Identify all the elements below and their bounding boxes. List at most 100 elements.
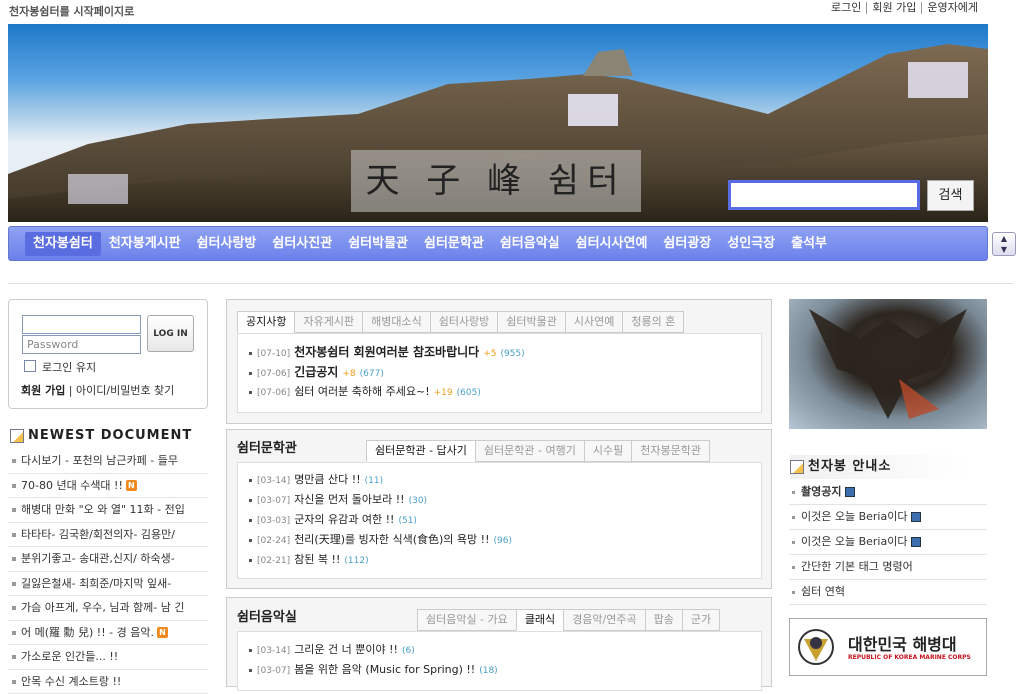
nav-item-7[interactable]: 쉼터시사연예 [568,232,656,256]
tab-notice_panel-1[interactable]: 자유게시판 [294,311,363,333]
tab-notice_panel-5[interactable]: 시사연예 [565,311,623,333]
bullet-icon [249,649,252,652]
bullet-icon [249,499,252,502]
guide-item-title[interactable]: 쉼터 연혁 [801,585,845,598]
newest-item[interactable]: 분위기좋고- 송대관,신지/ 하숙생- [8,547,208,572]
post-title[interactable]: 참된 복 !! [294,553,340,566]
guide-item[interactable]: 이것은 오늘 Beria이다 [789,505,987,530]
tab-notice_panel-6[interactable]: 청룡의 혼 [622,311,684,333]
post-row[interactable]: [07-06]긴급공지+8(677) [249,362,525,382]
tab-music_panel-1[interactable]: 클래식 [516,609,564,631]
post-date: [02-21] [257,556,290,566]
nav-item-8[interactable]: 쉼터광장 [655,232,719,256]
tab-music_panel-0[interactable]: 쉼터음악실 - 가요 [417,609,517,631]
join-link-box[interactable]: 회원 가입 [21,384,65,397]
nav-item-1[interactable]: 천자봉게시판 [101,232,189,256]
post-row[interactable]: [03-03]군자의 유감과 여한 !!(51) [249,510,512,530]
post-title[interactable]: 그리운 건 너 뿐이야 !! [294,643,398,656]
guide-item[interactable]: 이것은 오늘 Beria이다 [789,530,987,555]
newest-item[interactable]: 어 메(羅 勳 兒) !! - 경 음악.N [8,621,208,646]
post-row[interactable]: [02-24]천리(天理)를 빙자한 식색(食色)의 욕망 !!(96) [249,530,512,550]
tab-music_panel-4[interactable]: 군가 [682,609,720,631]
post-title[interactable]: 천리(天理)를 빙자한 식색(食色)의 욕망 !! [294,533,489,546]
set-homepage-link[interactable]: 천자봉쉼터를 시작페이지로 [9,3,134,19]
newest-item[interactable]: 70-80 년대 수색대 !!N [8,474,208,499]
newest-item-title[interactable]: 해병대 만화 "오 와 열" 11화 - 전입 [21,503,185,516]
nav-item-3[interactable]: 쉼터사진관 [264,232,340,256]
floppy-disk-icon [845,487,855,497]
join-link[interactable]: 회원 가입 [866,2,921,14]
guide-item-title[interactable]: 간단한 기본 태그 명령어 [801,560,913,573]
tab-literature_panel-3[interactable]: 천자봉문학관 [631,440,710,462]
bullet-icon [249,372,252,375]
newest-item-title[interactable]: 어 메(羅 勳 兒) !! - 경 음악. [21,626,154,639]
guide-item[interactable]: 촬영공지 [789,480,987,505]
view-count: (112) [344,556,368,566]
newest-item-title[interactable]: 분위기좋고- 송대관,신지/ 하숙생- [21,552,175,565]
tab-music_panel-3[interactable]: 팝송 [645,609,683,631]
user-id-input[interactable] [22,315,141,334]
newest-item[interactable]: 해병대 만화 "오 와 열" 11화 - 전입 [8,498,208,523]
marine-corps-banner[interactable]: 대한민국 해병대 REPUBLIC OF KOREA MARINE CORPS [789,618,987,676]
newest-item[interactable]: 안목 수신 계소트랑 !! [8,670,208,694]
newest-item-title[interactable]: 70-80 년대 수색대 !! [21,479,123,492]
guide-heading: 천자봉 안내소 [790,455,970,479]
newest-item-title[interactable]: 안목 수신 계소트랑 !! [21,675,121,688]
tab-literature_panel-2[interactable]: 시수필 [584,440,632,462]
post-row[interactable]: [02-21] 참된 복 !! (112) [249,550,512,570]
nav-item-2[interactable]: 쉼터사랑방 [189,232,265,256]
tab-notice_panel-3[interactable]: 쉼터사랑방 [430,311,499,333]
post-row[interactable]: [07-06]쉼터 여러분 축하해 주세요~!+19(605) [249,382,525,402]
floppy-disk-icon [911,512,921,522]
newest-item[interactable]: 다시보기 - 포천의 남근카페 - 들무 [8,449,208,474]
contact-admin-link[interactable]: 운영자에게 [921,2,983,14]
search-button[interactable]: 검색 [927,180,974,211]
post-row[interactable]: [03-14]그리운 건 너 뿐이야 !!(6) [249,640,498,660]
newest-item[interactable]: 길잃은철새- 최희준/마지막 잎새- [8,572,208,597]
post-title[interactable]: 봄을 위한 음악 (Music for Spring) !! [294,663,475,676]
login-button[interactable]: LOG IN [147,315,194,352]
newest-item-title[interactable]: 다시보기 - 포천의 남근카페 - 들무 [21,454,178,467]
nav-item-9[interactable]: 성인극장 [719,232,783,256]
post-title[interactable]: 긴급공지 [294,365,338,379]
post-title[interactable]: 군자의 유감과 여한 !! [294,513,394,526]
nav-item-10[interactable]: 출석부 [783,232,835,256]
guide-item[interactable]: 쉼터 연혁 [789,580,987,605]
newest-item-title[interactable]: 길잃은철새- 최희준/마지막 잎새- [21,577,171,590]
newest-item-title[interactable]: 가소로운 인간들... !! [21,650,118,663]
post-row[interactable]: [03-14]명만큼 산다 !!(11) [249,470,512,490]
post-row[interactable]: [07-10]천자봉쉼터 회원여러분 참조바랍니다+5(955) [249,342,525,362]
newest-item[interactable]: 가소로운 인간들... !! [8,645,208,670]
remember-login-checkbox[interactable] [24,360,36,372]
newest-item-title[interactable]: 타타타- 김국환/회전의자- 김용만/ [21,528,175,541]
nav-item-5[interactable]: 쉼터문학관 [416,232,492,256]
newest-item-title[interactable]: 가슴 아프게, 우수, 님과 함께- 남 긴 [21,601,185,614]
post-date: [03-03] [257,516,290,526]
tab-music_panel-2[interactable]: 경음악/연주곡 [563,609,645,631]
find-account-link[interactable]: 아이디/비밀번호 찾기 [76,384,174,397]
guide-item-title[interactable]: 이것은 오늘 Beria이다 [801,510,907,523]
login-link[interactable]: 로그인 [826,2,866,14]
scroll-arrows-icon[interactable]: ▲▼ [992,232,1016,256]
tab-literature_panel-0[interactable]: 쉼터문학관 - 답사기 [366,440,476,462]
tab-literature_panel-1[interactable]: 쉼터문학관 - 여행기 [475,440,585,462]
search-input[interactable] [728,180,920,210]
nav-item-0[interactable]: 천자봉쉼터 [25,232,101,256]
tab-notice_panel-2[interactable]: 해병대소식 [362,311,431,333]
newest-item[interactable]: 가슴 아프게, 우수, 님과 함께- 남 긴 [8,596,208,621]
nav-item-4[interactable]: 쉼터박물관 [340,232,416,256]
guide-item-title[interactable]: 이것은 오늘 Beria이다 [801,535,907,548]
guide-item-title[interactable]: 촬영공지 [801,485,841,498]
nav-item-6[interactable]: 쉼터음악실 [492,232,568,256]
tab-notice_panel-0[interactable]: 공지사항 [237,311,295,333]
guide-item[interactable]: 간단한 기본 태그 명령어 [789,555,987,580]
post-row[interactable]: [03-07]봄을 위한 음악 (Music for Spring) !!(18… [249,660,498,680]
post-title[interactable]: 명만큼 산다 !! [294,473,360,486]
post-row[interactable]: [03-07]자신을 먼저 돌아보라 !!(30) [249,490,512,510]
post-title[interactable]: 쉼터 여러분 축하해 주세요~! [294,385,429,398]
newest-item[interactable]: 타타타- 김국환/회전의자- 김용만/ [8,523,208,548]
post-title[interactable]: 자신을 먼저 돌아보라 !! [294,493,404,506]
password-input[interactable]: Password [22,335,141,354]
tab-notice_panel-4[interactable]: 쉼터박물관 [497,311,566,333]
post-title[interactable]: 천자봉쉼터 회원여러분 참조바랍니다 [294,345,479,359]
